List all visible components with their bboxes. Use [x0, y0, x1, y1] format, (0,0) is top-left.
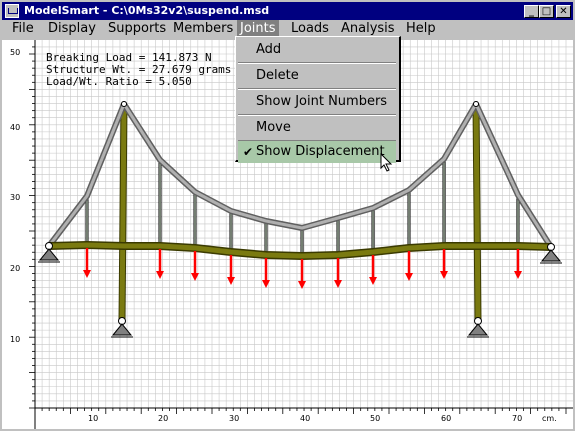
application-window: ModelSmart - C:\0Ms32v2\suspend.msd _ □ … — [0, 0, 575, 431]
menu-members[interactable]: Members — [170, 20, 236, 38]
y-tick-label: 10 — [10, 335, 20, 344]
right-tower-top-joint[interactable] — [473, 101, 479, 107]
menu-item-label: Show Joint Numbers — [256, 94, 388, 109]
menu-item-show-displacement[interactable]: ✔ Show Displacement — [238, 141, 396, 163]
x-tick-label: 20 — [158, 414, 168, 423]
menu-display[interactable]: Display — [45, 20, 99, 38]
joints-dropdown-menu: Add Delete Show Joint Numbers Move ✔ Sho… — [235, 36, 401, 163]
x-tick-label: 30 — [229, 414, 239, 423]
menu-item-label: Delete — [256, 68, 299, 83]
load-arrow-head — [83, 270, 91, 278]
y-tick-label: 50 — [10, 48, 20, 57]
y-tick-label: 20 — [10, 264, 20, 273]
right-tower-fill — [473, 103, 481, 322]
left-tower-fill — [119, 103, 127, 322]
x-tick-label: 40 — [300, 414, 310, 423]
menu-item-label: Add — [256, 42, 282, 57]
menu-separator — [238, 114, 396, 116]
y-tick-label: 40 — [10, 123, 20, 132]
checkmark-icon: ✔ — [243, 145, 254, 159]
load-arrow-head — [156, 271, 164, 279]
menu-supports[interactable]: Supports — [105, 20, 169, 38]
minimize-button[interactable]: _ — [524, 5, 539, 18]
menu-separator — [238, 62, 396, 64]
y-ruler-ticks — [29, 46, 35, 409]
menu-item-show-joint-numbers[interactable]: Show Joint Numbers — [238, 91, 396, 113]
menu-item-move[interactable]: Move — [238, 117, 396, 139]
menu-item-delete[interactable]: Delete — [238, 65, 396, 87]
menu-item-label: Move — [256, 120, 291, 135]
load-weight-ratio-text: Load/Wt. Ratio = 5.050 — [46, 75, 192, 88]
window-title: ModelSmart - C:\0Ms32v2\suspend.msd — [24, 4, 270, 17]
load-arrow-head — [227, 277, 235, 285]
y-tick-label: 30 — [10, 193, 20, 202]
x-tick-label: 10 — [88, 414, 98, 423]
load-arrow-head — [514, 271, 522, 279]
left-tower-top-joint[interactable] — [121, 101, 127, 107]
load-arrow-head — [440, 271, 448, 279]
menu-item-label: Show Displacement — [256, 144, 385, 159]
app-icon[interactable] — [5, 4, 19, 18]
close-button[interactable]: ✕ — [556, 5, 571, 18]
right-tower-base-support[interactable] — [467, 317, 489, 338]
menu-file[interactable]: File — [9, 20, 37, 38]
x-tick-label: 50 — [370, 414, 380, 423]
x-tick-label: 60 — [441, 414, 451, 423]
maximize-button[interactable]: □ — [539, 5, 554, 18]
mouse-cursor-icon — [380, 153, 393, 172]
load-arrow-head — [334, 280, 342, 288]
title-bar[interactable]: ModelSmart - C:\0Ms32v2\suspend.msd _ □ … — [2, 2, 573, 20]
load-arrow-head — [369, 277, 377, 285]
left-tower-base-support[interactable] — [111, 317, 133, 338]
load-arrow-head — [405, 273, 413, 281]
menu-item-add[interactable]: Add — [238, 39, 396, 61]
menu-help[interactable]: Help — [403, 20, 439, 38]
x-unit-label: cm. — [542, 414, 557, 423]
menu-separator — [238, 88, 396, 90]
x-tick-label: 70 — [512, 414, 522, 423]
